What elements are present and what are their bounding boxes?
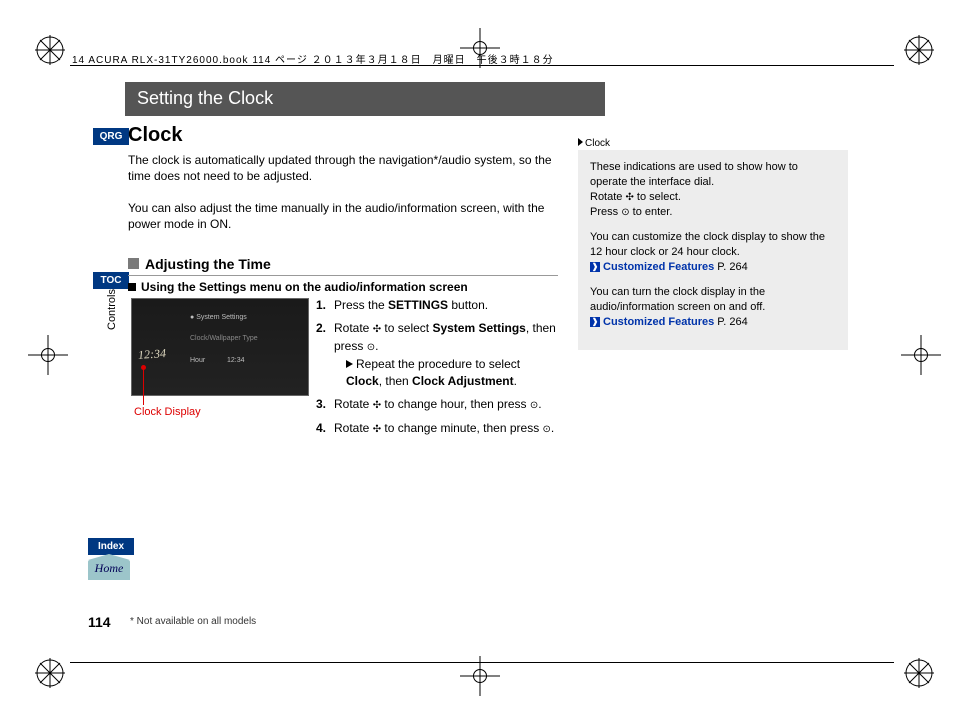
link-page-ref: P. 264 bbox=[714, 316, 747, 328]
intro-paragraph-1: The clock is automatically updated throu… bbox=[128, 152, 558, 184]
section-side-label: Controls bbox=[106, 289, 118, 330]
press-enter-icon: ⊙ bbox=[543, 421, 551, 438]
toc-button[interactable]: TOC bbox=[93, 272, 129, 289]
chevron-right-icon bbox=[578, 138, 583, 146]
step-4: 4. Rotate ✣ to change minute, then press… bbox=[316, 420, 556, 438]
steps-list: 1. Press the SETTINGS button. 2. Rotate … bbox=[316, 297, 556, 444]
sidebar-text: You can turn the clock display in the au… bbox=[590, 286, 765, 313]
rotate-dial-icon: ✣ bbox=[373, 421, 381, 438]
registration-mark bbox=[35, 35, 65, 65]
link-arrow-icon: ❱ bbox=[590, 262, 600, 272]
link-arrow-icon: ❱ bbox=[590, 317, 600, 327]
sidebar-text: You can customize the clock display to s… bbox=[590, 231, 825, 258]
press-enter-icon: ⊙ bbox=[530, 397, 538, 414]
step-3: 3. Rotate ✣ to change hour, then press ⊙… bbox=[316, 396, 556, 414]
subsubhead-text: Using the Settings menu on the audio/inf… bbox=[141, 280, 468, 294]
file-header-text: 14 ACURA RLX-31TY26000.book 114 ページ ２０１３… bbox=[72, 51, 554, 66]
crop-mark bbox=[901, 335, 941, 375]
section-title: Setting the Clock bbox=[125, 82, 605, 116]
screen-menu-line: Hour bbox=[190, 357, 205, 364]
qrg-button[interactable]: QRG bbox=[93, 128, 129, 145]
customized-features-link[interactable]: ❱Customized Features bbox=[590, 261, 714, 273]
clock-heading: Clock bbox=[128, 124, 182, 147]
screen-clock-value: 12:34 bbox=[138, 346, 167, 363]
registration-mark bbox=[904, 658, 934, 688]
triangle-bullet-icon bbox=[346, 360, 353, 368]
rotate-dial-icon: ✣ bbox=[625, 190, 633, 205]
adjusting-time-subhead: Adjusting the Time bbox=[128, 256, 558, 276]
footnote: * Not available on all models bbox=[130, 616, 256, 627]
screen-menu-line: 12:34 bbox=[227, 357, 245, 364]
sidebar-info-box: Clock These indications are used to show… bbox=[578, 150, 848, 350]
black-square-icon bbox=[128, 283, 136, 291]
clock-display-callout: Clock Display bbox=[134, 406, 201, 418]
step-2: 2. Rotate ✣ to select System Settings, t… bbox=[316, 320, 556, 390]
registration-mark bbox=[35, 658, 65, 688]
callout-line bbox=[143, 367, 144, 405]
audio-screen-illustration: 12:34 ● System Settings Clock/Wallpaper … bbox=[131, 298, 309, 396]
subhead-text: Adjusting the Time bbox=[145, 256, 271, 272]
press-enter-icon: ⊙ bbox=[367, 339, 375, 356]
registration-mark bbox=[904, 35, 934, 65]
intro-paragraph-2: You can also adjust the time manually in… bbox=[128, 200, 558, 232]
using-settings-subsubhead: Using the Settings menu on the audio/inf… bbox=[128, 280, 468, 294]
press-enter-icon: ⊙ bbox=[621, 205, 629, 220]
customized-features-link[interactable]: ❱Customized Features bbox=[590, 316, 714, 328]
rotate-dial-icon: ✣ bbox=[373, 321, 381, 338]
link-page-ref: P. 264 bbox=[714, 261, 747, 273]
home-button[interactable]: Home bbox=[88, 560, 130, 580]
step-1: 1. Press the SETTINGS button. bbox=[316, 297, 556, 314]
sidebar-title: Clock bbox=[578, 136, 610, 151]
page-number: 114 bbox=[88, 614, 111, 630]
index-button[interactable]: Index bbox=[88, 538, 134, 555]
screen-menu-line: Clock/Wallpaper Type bbox=[190, 335, 258, 342]
crop-mark bbox=[28, 335, 68, 375]
square-bullet-icon bbox=[128, 258, 139, 269]
rotate-dial-icon: ✣ bbox=[373, 397, 381, 414]
sidebar-text: These indications are used to show how t… bbox=[590, 161, 798, 188]
screen-menu-line: ● System Settings bbox=[190, 314, 247, 321]
